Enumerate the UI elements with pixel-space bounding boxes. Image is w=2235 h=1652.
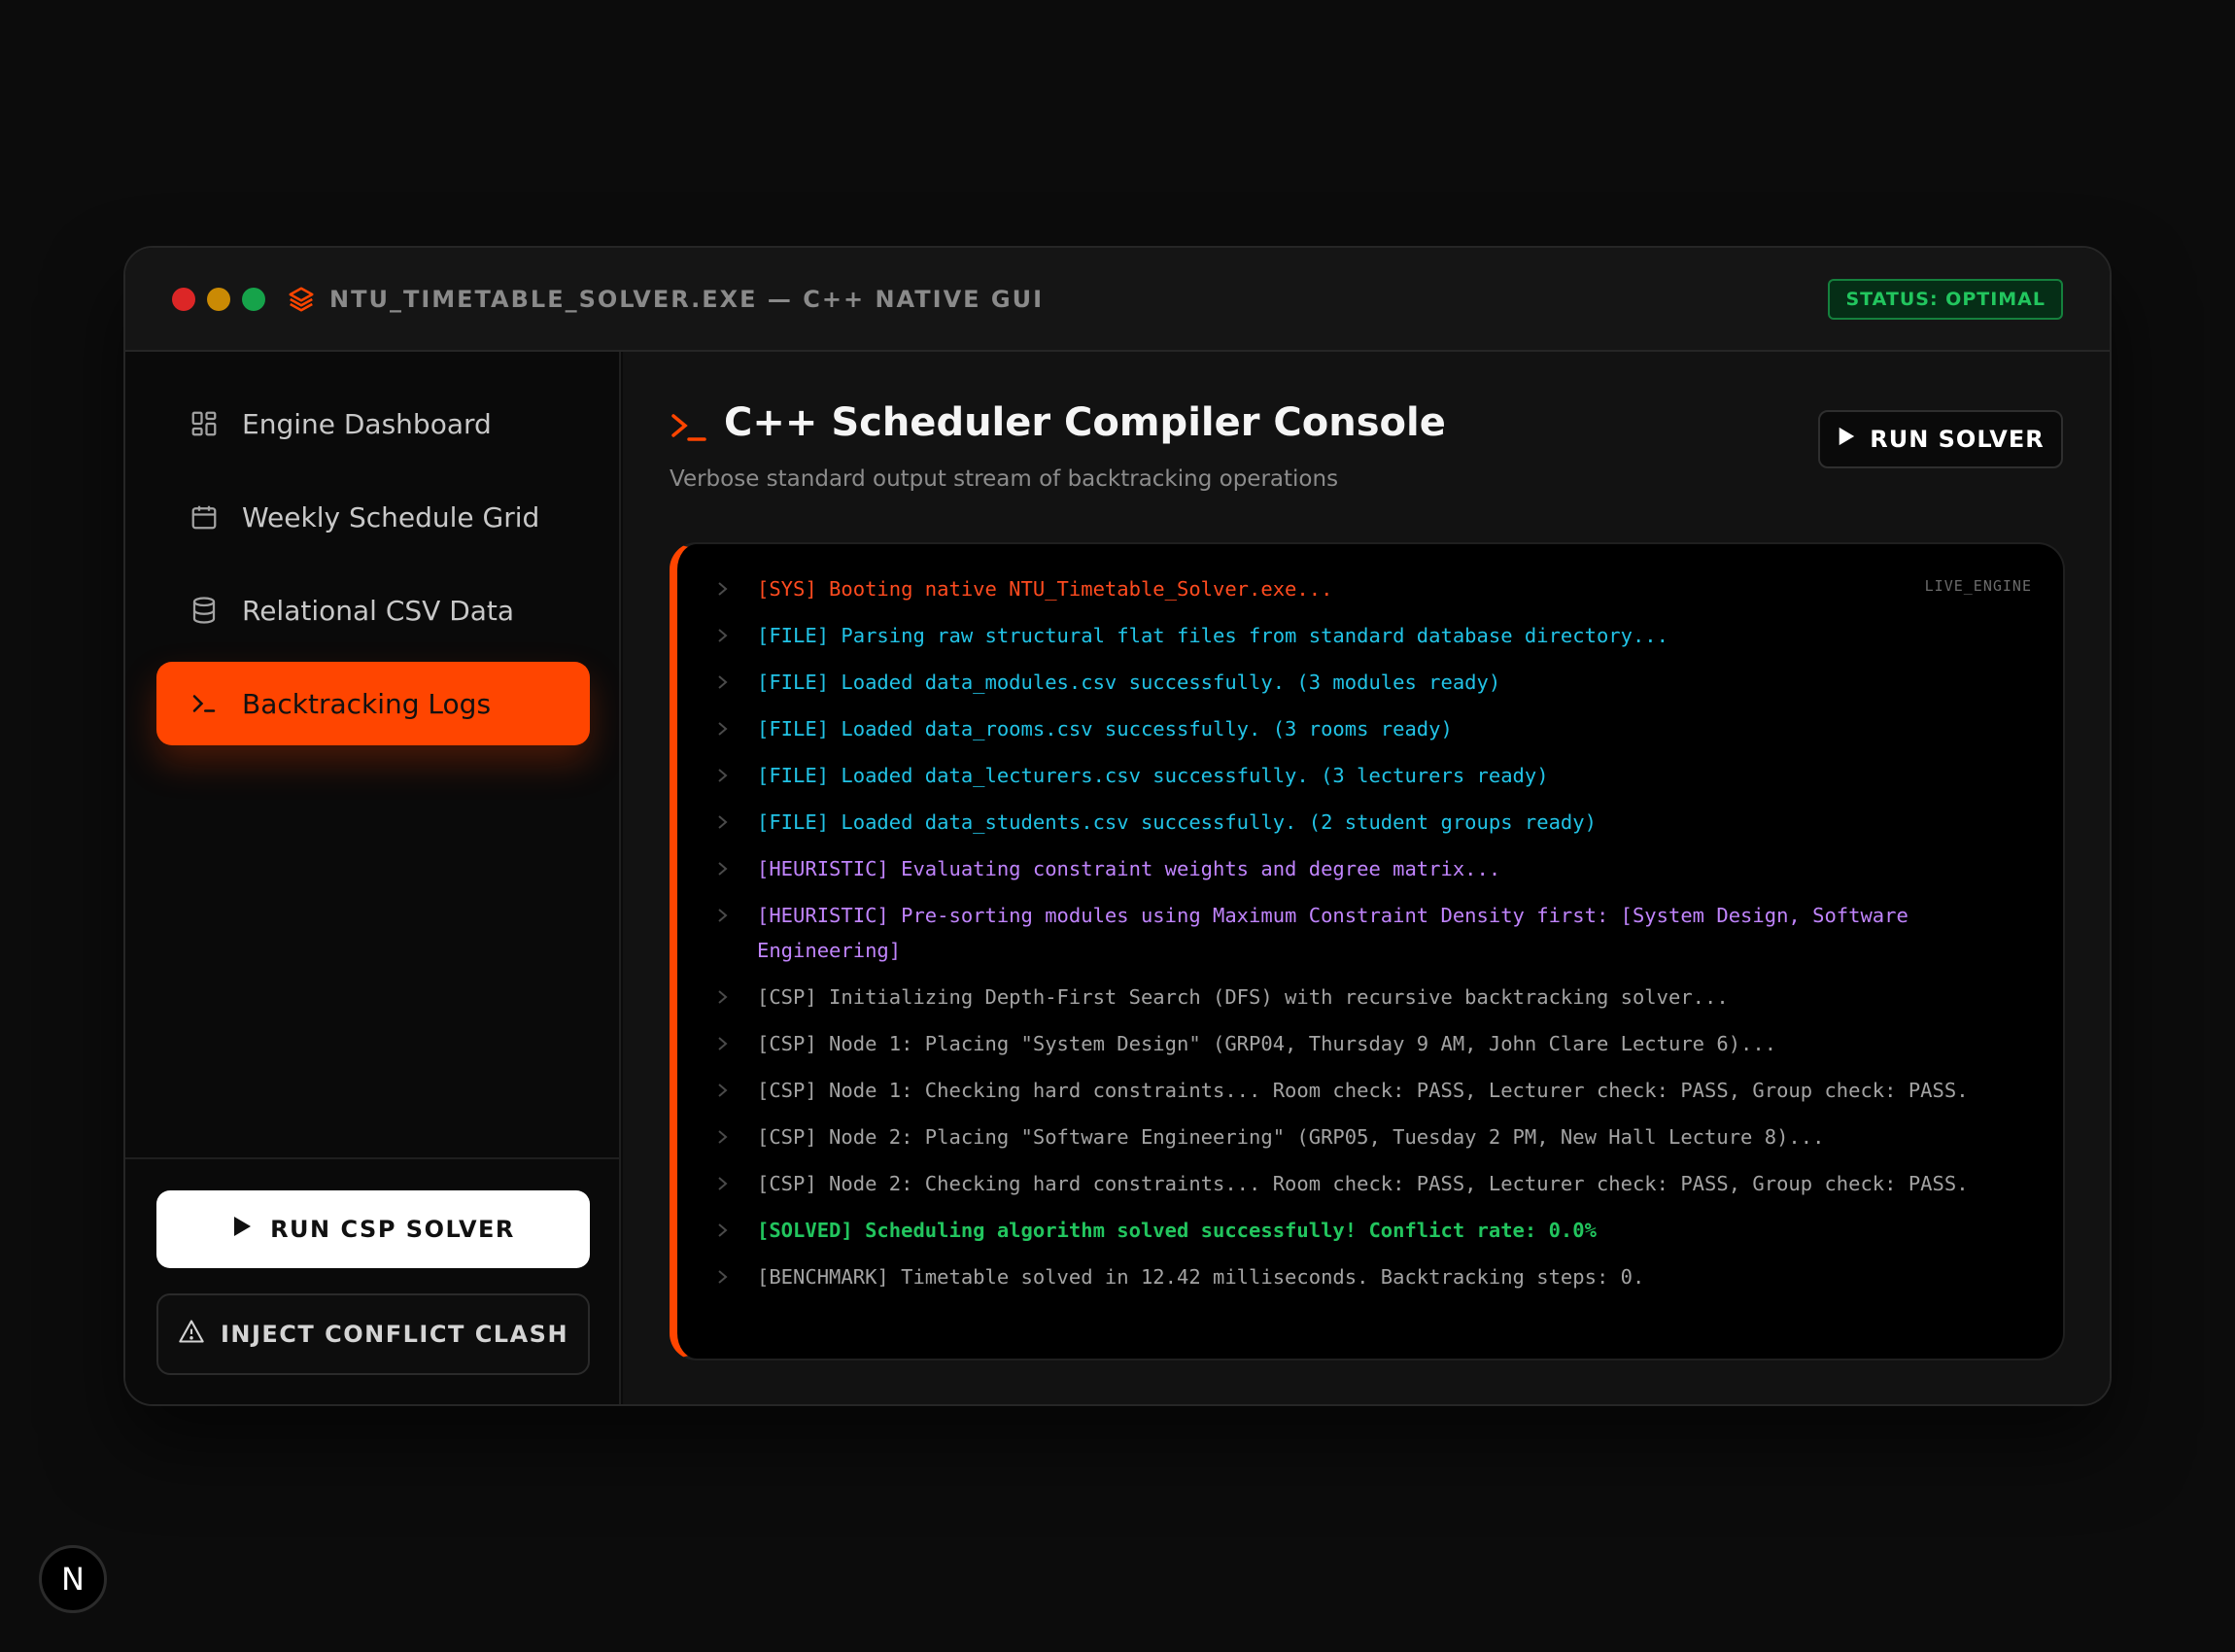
- calendar-icon: [188, 500, 221, 533]
- close-window-button[interactable]: [172, 287, 195, 311]
- log-line: [FILE] Loaded data_lecturers.csv success…: [716, 758, 1985, 793]
- log-text: [CSP] Node 2: Placing "Software Engineer…: [757, 1125, 1825, 1149]
- sidebar-item-label: Relational CSV Data: [242, 594, 515, 627]
- log-text: [SOLVED] Scheduling algorithm solved suc…: [757, 1219, 1597, 1242]
- log-text: [CSP] Initializing Depth-First Search (D…: [757, 985, 1729, 1009]
- window-title: NTU_TIMETABLE_SOLVER.EXE — C++ NATIVE GU…: [329, 285, 1045, 313]
- log-text: [CSP] Node 1: Placing "System Design" (G…: [757, 1032, 1777, 1055]
- chevron-right-icon: [716, 665, 757, 700]
- log-line: [FILE] Loaded data_modules.csv successfu…: [716, 665, 1985, 700]
- chevron-right-icon: [716, 1166, 757, 1201]
- chevron-right-icon: [716, 618, 757, 653]
- log-line: [FILE] Parsing raw structural flat files…: [716, 618, 1985, 653]
- sidebar-item-label: Backtracking Logs: [242, 687, 492, 720]
- log-text: [FILE] Parsing raw structural flat files…: [757, 624, 1668, 647]
- log-line: [HEURISTIC] Pre-sorting modules using Ma…: [716, 898, 1985, 968]
- inject-conflict-button[interactable]: INJECT CONFLICT CLASH: [156, 1293, 590, 1375]
- minimize-window-button[interactable]: [207, 287, 230, 311]
- log-line: [FILE] Loaded data_rooms.csv successfull…: [716, 711, 1985, 746]
- log-text: [HEURISTIC] Evaluating constraint weight…: [757, 857, 1501, 880]
- chevron-right-icon: [716, 1119, 757, 1154]
- log-line: [BENCHMARK] Timetable solved in 12.42 mi…: [716, 1259, 1985, 1294]
- sidebar: Engine Dashboard Weekly Schedule Grid Re…: [125, 352, 621, 1404]
- chevron-right-icon: [716, 1213, 757, 1248]
- log-text: [FILE] Loaded data_modules.csv successfu…: [757, 671, 1501, 694]
- chevron-right-icon: [716, 758, 757, 793]
- layers-icon: [287, 285, 316, 314]
- page-title: C++ Scheduler Compiler Console: [724, 400, 1446, 445]
- chevron-right-icon: [716, 1259, 757, 1294]
- chevron-right-icon: [716, 805, 757, 840]
- log-list: [SYS] Booting native NTU_Timetable_Solve…: [716, 571, 1985, 1306]
- warning-icon: [178, 1319, 205, 1350]
- main-panel: C++ Scheduler Compiler Console Verbose s…: [623, 352, 2110, 1404]
- log-line: [FILE] Loaded data_students.csv successf…: [716, 805, 1985, 840]
- next-logo-badge[interactable]: N: [39, 1545, 107, 1613]
- terminal-icon: [188, 687, 221, 720]
- log-text: [FILE] Loaded data_rooms.csv successfull…: [757, 717, 1453, 740]
- sidebar-item-backtracking-logs[interactable]: Backtracking Logs: [156, 662, 590, 745]
- sidebar-footer: RUN CSP SOLVER INJECT CONFLICT CLASH: [125, 1157, 619, 1404]
- log-line: [CSP] Node 1: Placing "System Design" (G…: [716, 1026, 1985, 1061]
- log-text: [FILE] Loaded data_lecturers.csv success…: [757, 764, 1549, 787]
- log-console[interactable]: LIVE_ENGINE [SYS] Booting native NTU_Tim…: [670, 542, 2065, 1360]
- status-badge: STATUS: OPTIMAL: [1828, 279, 2063, 320]
- play-icon: [1837, 426, 1856, 453]
- inject-conflict-label: INJECT CONFLICT CLASH: [220, 1321, 569, 1348]
- log-text: [HEURISTIC] Pre-sorting modules using Ma…: [757, 904, 1921, 962]
- app-window: NTU_TIMETABLE_SOLVER.EXE — C++ NATIVE GU…: [123, 246, 2112, 1406]
- page-subtitle: Verbose standard output stream of backtr…: [670, 466, 1339, 492]
- database-icon: [188, 594, 221, 627]
- dashboard-icon: [188, 407, 221, 440]
- main-header: C++ Scheduler Compiler Console Verbose s…: [670, 400, 2063, 507]
- log-line: [CSP] Node 2: Checking hard constraints.…: [716, 1166, 1985, 1201]
- prompt-icon: [670, 410, 708, 445]
- log-text: [CSP] Node 1: Checking hard constraints.…: [757, 1079, 1969, 1102]
- log-text: [SYS] Booting native NTU_Timetable_Solve…: [757, 577, 1333, 601]
- chevron-right-icon: [716, 851, 757, 886]
- log-line: [HEURISTIC] Evaluating constraint weight…: [716, 851, 1985, 886]
- log-line: [CSP] Node 1: Checking hard constraints.…: [716, 1073, 1985, 1108]
- sidebar-item-label: Engine Dashboard: [242, 407, 492, 440]
- run-solver-button[interactable]: RUN SOLVER: [1818, 410, 2063, 468]
- chevron-right-icon: [716, 1073, 757, 1108]
- log-line: [CSP] Initializing Depth-First Search (D…: [716, 980, 1985, 1015]
- log-text: [CSP] Node 2: Checking hard constraints.…: [757, 1172, 1969, 1195]
- chevron-right-icon: [716, 711, 757, 746]
- log-line: [SYS] Booting native NTU_Timetable_Solve…: [716, 571, 1985, 606]
- chevron-right-icon: [716, 571, 757, 606]
- run-csp-solver-button[interactable]: RUN CSP SOLVER: [156, 1190, 590, 1268]
- chevron-right-icon: [716, 898, 757, 933]
- chevron-right-icon: [716, 1026, 757, 1061]
- window-controls: [172, 287, 265, 311]
- run-solver-label: RUN SOLVER: [1870, 426, 2045, 453]
- sidebar-item-engine-dashboard[interactable]: Engine Dashboard: [156, 382, 590, 465]
- sidebar-item-relational-csv-data[interactable]: Relational CSV Data: [156, 568, 590, 652]
- run-csp-solver-label: RUN CSP SOLVER: [270, 1216, 515, 1243]
- log-text: [FILE] Loaded data_students.csv successf…: [757, 810, 1597, 834]
- play-icon: [231, 1215, 253, 1244]
- sidebar-item-weekly-schedule-grid[interactable]: Weekly Schedule Grid: [156, 475, 590, 559]
- maximize-window-button[interactable]: [242, 287, 265, 311]
- log-line: [CSP] Node 2: Placing "Software Engineer…: [716, 1119, 1985, 1154]
- title-bar: NTU_TIMETABLE_SOLVER.EXE — C++ NATIVE GU…: [125, 248, 2110, 352]
- sidebar-item-label: Weekly Schedule Grid: [242, 500, 540, 533]
- log-line: [SOLVED] Scheduling algorithm solved suc…: [716, 1213, 1985, 1248]
- log-text: [BENCHMARK] Timetable solved in 12.42 mi…: [757, 1265, 1645, 1289]
- chevron-right-icon: [716, 980, 757, 1015]
